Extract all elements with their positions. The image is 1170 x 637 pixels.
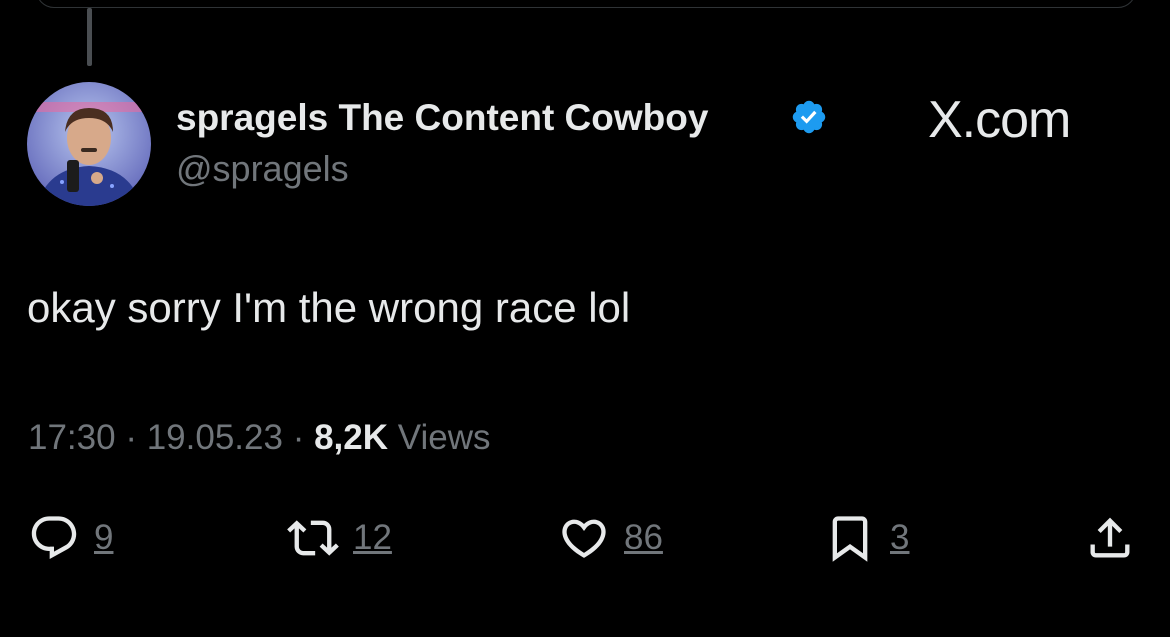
like-count[interactable]: 86 — [624, 518, 663, 558]
bookmark-count[interactable]: 3 — [890, 518, 909, 558]
tweet-metadata: 17:30 · 19.05.23 · 8,2K Views — [28, 418, 491, 458]
share-icon — [1090, 517, 1130, 558]
tweet-date[interactable]: 19.05.23 — [147, 418, 283, 457]
display-name[interactable]: spragels The Content Cowboy — [176, 97, 708, 139]
retweet-icon — [287, 520, 339, 556]
views-label: Views — [397, 418, 491, 457]
retweet-count[interactable]: 12 — [353, 518, 392, 558]
verified-badge-icon — [792, 100, 826, 134]
retweet-button[interactable]: 12 — [287, 510, 392, 566]
separator: · — [125, 418, 147, 457]
separator: · — [292, 418, 315, 457]
reply-button[interactable]: 9 — [28, 510, 113, 566]
views-count: 8,2K — [314, 418, 389, 457]
tweet-time[interactable]: 17:30 — [28, 418, 116, 457]
previous-tweet-card — [36, 0, 1136, 8]
bookmark-button[interactable]: 3 — [824, 510, 909, 566]
thread-connector-line — [87, 8, 92, 66]
like-icon — [562, 519, 606, 558]
reply-icon — [31, 516, 77, 560]
share-button[interactable] — [1084, 510, 1136, 566]
avatar[interactable] — [27, 82, 151, 206]
bookmark-icon — [832, 516, 868, 562]
reply-count[interactable]: 9 — [94, 518, 113, 558]
tweet-text: okay sorry I'm the wrong race lol — [27, 284, 631, 331]
user-handle[interactable]: @spragels — [176, 148, 349, 190]
brand-logo: X.com — [928, 91, 1071, 149]
like-button[interactable]: 86 — [558, 510, 663, 566]
